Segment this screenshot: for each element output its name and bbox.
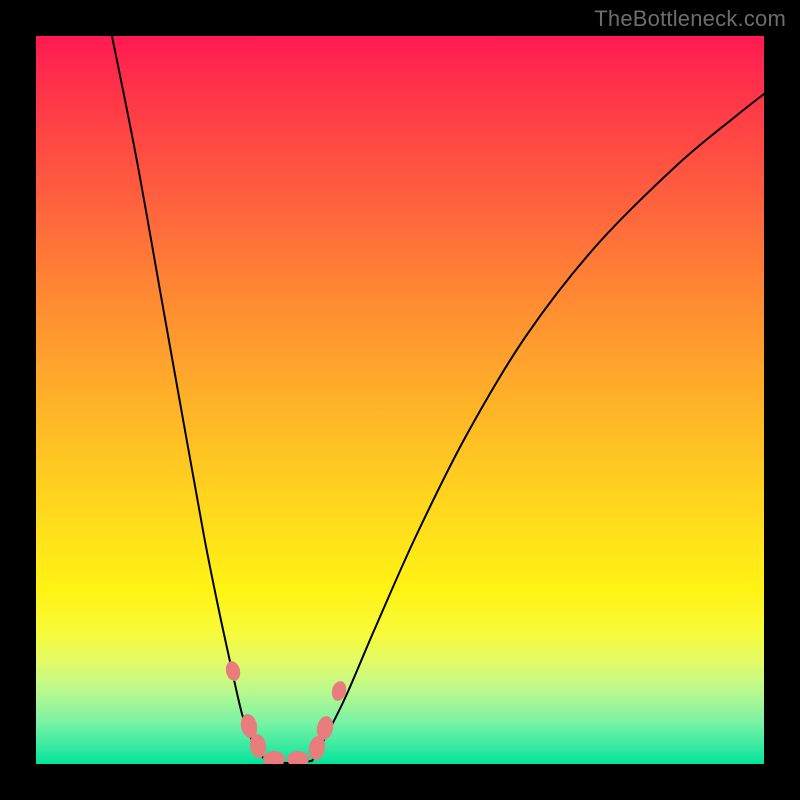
blob-floor-left — [263, 751, 285, 764]
curve-svg — [36, 36, 764, 764]
plot-area — [36, 36, 764, 764]
curve-right-branch — [312, 94, 764, 761]
blob-floor-right — [287, 751, 309, 764]
marker-group — [224, 660, 348, 764]
curve-left-branch — [112, 36, 266, 761]
watermark-text: TheBottleneck.com — [594, 6, 786, 32]
blob-top-left — [224, 660, 242, 683]
